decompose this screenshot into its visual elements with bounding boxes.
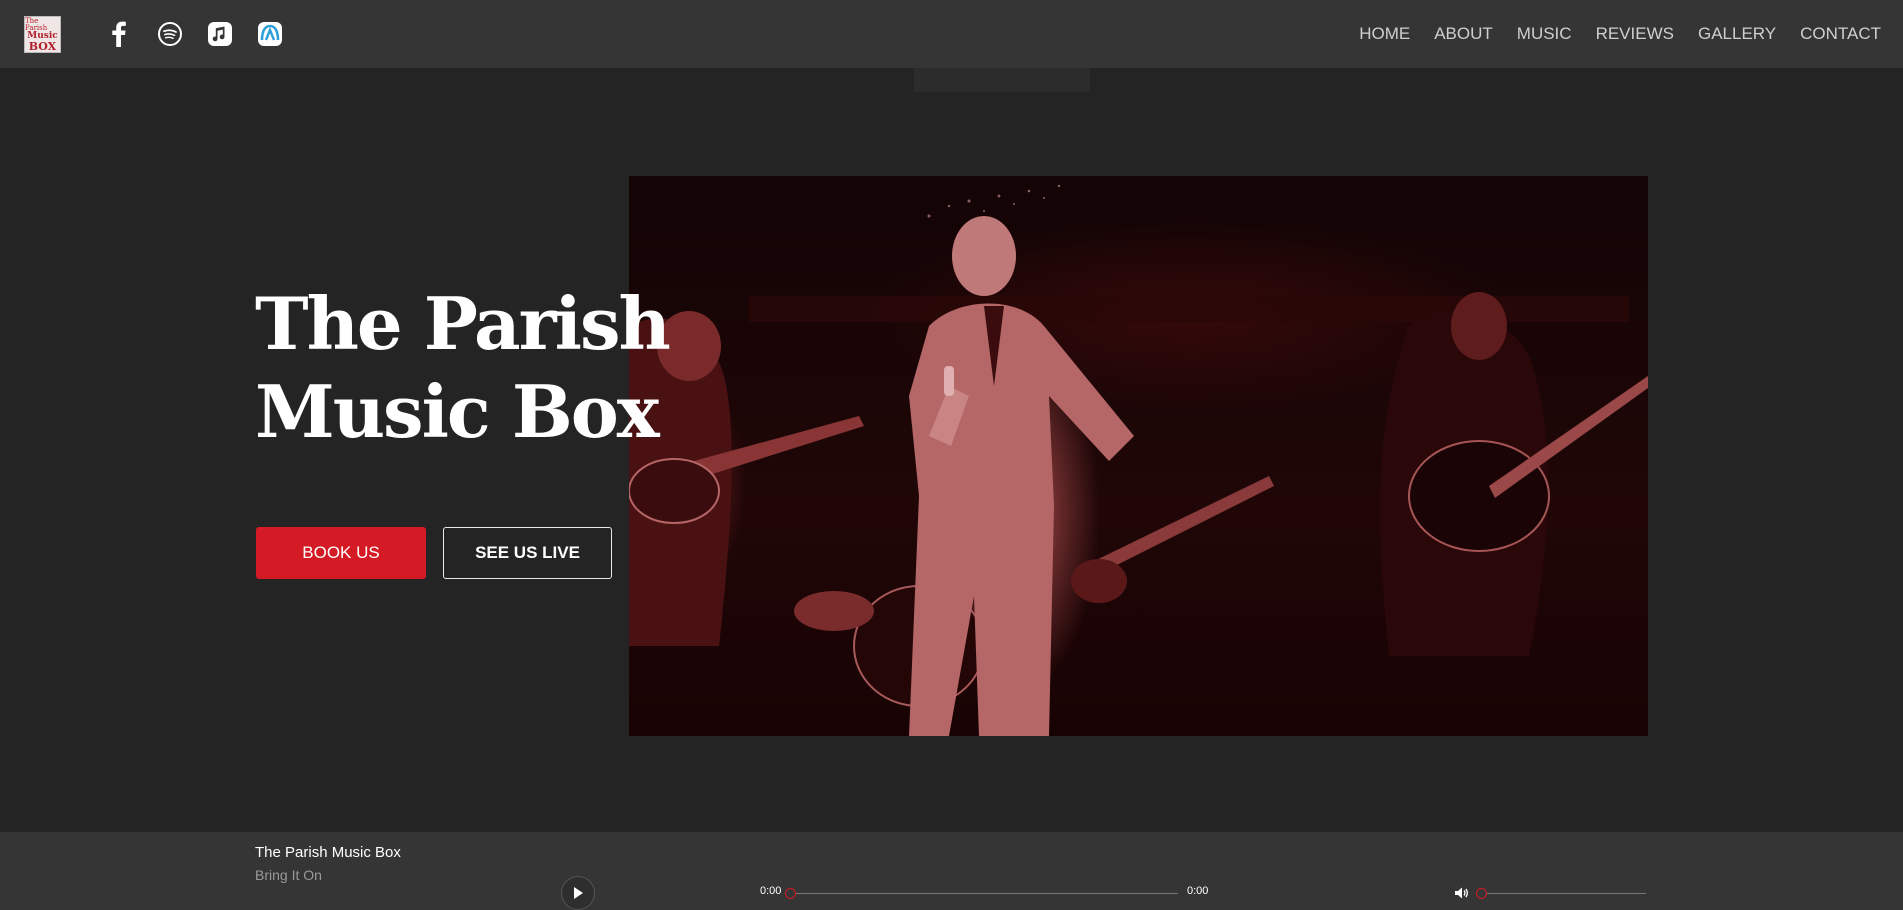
facebook-icon[interactable] xyxy=(108,20,130,48)
hero-title-line-1: The Parish xyxy=(255,281,671,366)
site-header: The Parish Music BOX HOME ABOUT MUSIC RE… xyxy=(0,0,1903,68)
duration: 0:00 xyxy=(1187,885,1209,897)
see-us-live-button[interactable]: SEE US LIVE xyxy=(443,527,612,579)
audio-player: The Parish Music Box Bring It On 0:00 0:… xyxy=(0,832,1903,910)
play-icon xyxy=(574,887,583,899)
hero-title-line-2: Music Box xyxy=(255,369,660,454)
spotify-icon[interactable] xyxy=(157,20,183,48)
band-photo xyxy=(629,176,1648,736)
book-us-button[interactable]: BOOK US xyxy=(256,527,426,579)
nav-music[interactable]: MUSIC xyxy=(1517,24,1572,44)
player-track-name: Bring It On xyxy=(255,867,322,883)
nav-gallery[interactable]: GALLERY xyxy=(1698,24,1776,44)
nav-about[interactable]: ABOUT xyxy=(1434,24,1493,44)
progress-track[interactable] xyxy=(788,893,1178,894)
site-logo[interactable]: The Parish Music BOX xyxy=(24,16,61,53)
nav-contact[interactable]: CONTACT xyxy=(1800,24,1881,44)
current-time: 0:00 xyxy=(760,885,782,897)
nav-reviews[interactable]: REVIEWS xyxy=(1596,24,1674,44)
band-photo-illustration xyxy=(629,184,1648,736)
nav-home[interactable]: HOME xyxy=(1359,24,1410,44)
main-nav: HOME ABOUT MUSIC REVIEWS GALLERY CONTACT xyxy=(1347,0,1893,68)
logo-line-3: BOX xyxy=(28,39,57,53)
play-button[interactable] xyxy=(561,876,595,910)
apple-music-icon[interactable] xyxy=(207,20,233,48)
audiomack-icon[interactable] xyxy=(257,20,283,48)
hero-title: The Parish Music Box xyxy=(255,280,671,456)
player-artist: The Parish Music Box xyxy=(255,844,401,861)
progress-knob[interactable] xyxy=(785,888,796,899)
volume-track[interactable] xyxy=(1480,893,1646,894)
volume-knob[interactable] xyxy=(1476,888,1487,899)
faded-overlay-tab xyxy=(914,68,1090,92)
volume-icon[interactable] xyxy=(1454,886,1469,900)
logo-line-1: The Parish xyxy=(25,16,48,32)
